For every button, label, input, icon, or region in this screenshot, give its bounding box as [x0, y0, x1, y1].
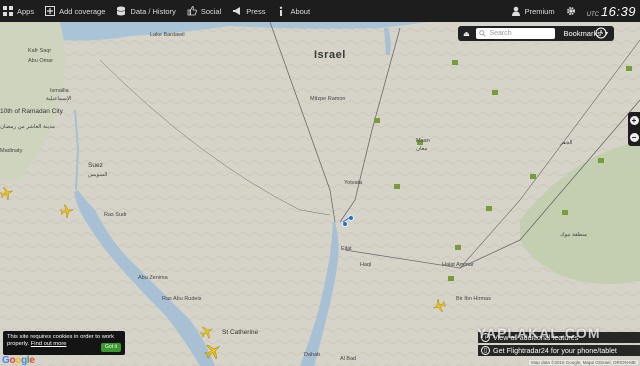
- label-mitzpe-ramon: Mitzpe Ramon: [310, 96, 346, 102]
- nav-press-label: Press: [246, 6, 266, 16]
- nav-apps[interactable]: Apps: [2, 0, 34, 22]
- label-ramadan: 10th of Ramadan City: [0, 108, 63, 115]
- nav-social-label: Social: [200, 6, 222, 16]
- label-yotvata: Yotvata: [344, 180, 363, 186]
- label-bir-hirmas: Bir Ibn Hirmas: [456, 296, 491, 302]
- label-ras-sudr: Ras Sudr: [104, 212, 127, 218]
- cookie-find-out-more-link[interactable]: Find out more: [31, 341, 67, 347]
- label-halat-ammar: Halat Ammar: [442, 262, 474, 268]
- label-suez-ar: السويس: [88, 172, 108, 178]
- label-st-catherine: St Catherine: [222, 329, 259, 336]
- label-ismailia-ar: الإسماعيلية: [46, 96, 72, 102]
- get-app-label: Get Flightradar24 for your phone/tablet: [493, 346, 617, 355]
- nav-add-coverage-label: Add coverage: [59, 6, 106, 16]
- grid-icon: [2, 5, 14, 17]
- user-icon: [510, 5, 522, 17]
- plus-square-icon: [44, 5, 56, 17]
- label-jordan-region: الجفر: [560, 140, 573, 146]
- label-israel: Israel: [314, 49, 346, 61]
- nav-social[interactable]: Social: [186, 0, 221, 22]
- label-dahab: Dahab: [304, 352, 321, 358]
- nav-data-history[interactable]: Data / History: [115, 0, 176, 22]
- map-copyright: Map data ©2016 Google, Mapa GISrael, ORI…: [529, 360, 638, 365]
- gear-icon[interactable]: [565, 5, 577, 17]
- nav-about-label: About: [290, 6, 311, 16]
- aircraft-icon[interactable]: [432, 299, 446, 313]
- label-abu-omar: Abu Omar: [28, 58, 54, 64]
- zoom-controls: + −: [628, 112, 640, 146]
- search-icon: [479, 30, 487, 37]
- search-toolbar: ⏏ Search Bookmarks ▾: [458, 26, 614, 41]
- aircraft-icon[interactable]: [0, 186, 14, 200]
- nav-press[interactable]: Press: [231, 0, 265, 22]
- zoom-in-button[interactable]: +: [629, 116, 639, 125]
- google-logo: Google: [2, 355, 35, 366]
- label-ismailia: Ismailia: [50, 88, 69, 94]
- label-kafr-saqr: Kafr Saqr: [28, 48, 52, 54]
- aircraft-icon[interactable]: [200, 325, 214, 339]
- utc-clock: UTC 16:39: [587, 4, 636, 19]
- label-tabuk-region: منطقة تبوك: [560, 232, 587, 238]
- refresh-button[interactable]: [594, 26, 608, 40]
- label-eilat: Eilat: [341, 246, 352, 252]
- thumbs-up-icon: [186, 5, 198, 17]
- get-app-bar[interactable]: ▯ Get Flightradar24 for your phone/table…: [478, 345, 640, 356]
- label-lake-bardawil: Lake Bardawil: [150, 32, 185, 38]
- watermark-text: YAPLAKAL.COM: [477, 325, 601, 341]
- collapse-toolbar-icon[interactable]: ⏏: [460, 28, 472, 40]
- nav-about[interactable]: About: [275, 0, 310, 22]
- database-icon: [115, 5, 127, 17]
- top-navigation-bar: Apps Add coverage Data / History Social …: [0, 0, 640, 22]
- label-suez: Suez: [88, 162, 103, 169]
- cookie-notice: This site requires cookies in order to w…: [3, 331, 125, 355]
- label-al-bad: Al Bad: [340, 356, 357, 362]
- label-abu-zenima: Abu Zenima: [138, 275, 168, 281]
- refresh-icon: [595, 27, 607, 39]
- label-ras-abu-rudeis: Ras Abu Rudeis: [162, 296, 202, 302]
- nav-data-history-label: Data / History: [130, 6, 176, 16]
- search-placeholder: Search: [489, 30, 512, 37]
- cookie-got-it-button[interactable]: Got it: [101, 343, 121, 352]
- info-icon: [275, 5, 287, 17]
- label-haql: Haql: [360, 262, 372, 268]
- aircraft-icon[interactable]: [204, 342, 222, 360]
- phone-icon: ▯: [481, 346, 490, 355]
- label-maan-ar: معان: [416, 146, 428, 152]
- aircraft-icon[interactable]: [60, 204, 74, 218]
- clock-time: 16:39: [600, 3, 636, 19]
- nav-add-coverage[interactable]: Add coverage: [44, 0, 105, 22]
- megaphone-icon: [231, 5, 243, 17]
- utc-label: UTC: [586, 11, 599, 18]
- topbar-right: Premium UTC 16:39: [510, 0, 640, 22]
- premium-label: Premium: [524, 6, 555, 16]
- label-madinaty: Madinaty: [0, 148, 23, 154]
- search-input[interactable]: Search: [476, 28, 556, 39]
- label-ramadan-ar: مدينة العاشر من رمضان: [0, 124, 55, 130]
- premium-button[interactable]: Premium: [510, 5, 555, 17]
- nav-apps-label: Apps: [17, 6, 35, 16]
- label-maan: Maan: [416, 138, 430, 144]
- zoom-out-button[interactable]: −: [629, 133, 639, 142]
